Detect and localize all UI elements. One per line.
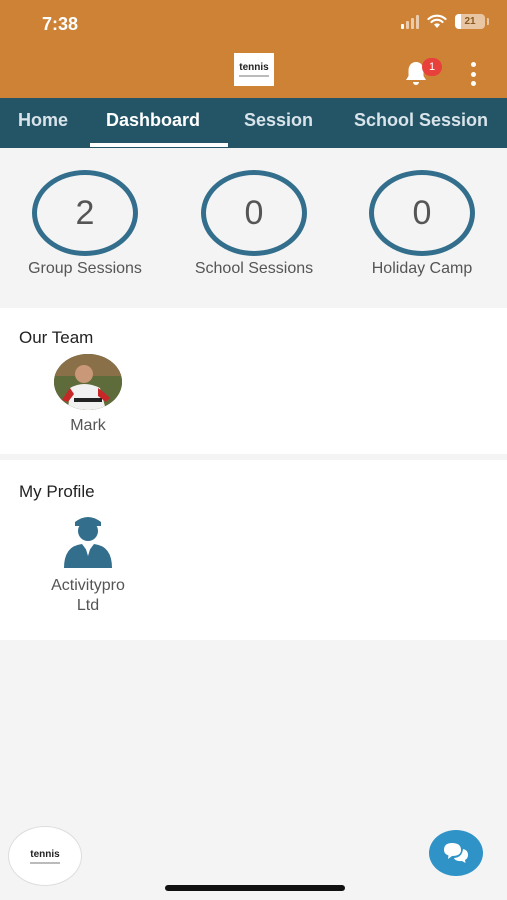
tab-school-session[interactable]: School Session bbox=[354, 98, 488, 148]
profile-entry[interactable]: Activitypro Ltd bbox=[28, 512, 148, 616]
home-indicator bbox=[165, 885, 345, 891]
tab-session[interactable]: Session bbox=[244, 98, 313, 148]
stats-section: 2 Group Sessions 0 School Sessions 0 Hol… bbox=[0, 148, 507, 306]
user-avatar-icon bbox=[64, 517, 112, 568]
wifi-icon bbox=[427, 14, 447, 28]
notification-badge: 1 bbox=[422, 58, 442, 76]
team-member-mark[interactable]: Mark bbox=[28, 354, 148, 436]
footer-logo-button[interactable]: tennis bbox=[8, 826, 82, 886]
tab-home[interactable]: Home bbox=[18, 98, 68, 148]
my-profile-title: My Profile bbox=[19, 482, 95, 501]
team-member-name: Mark bbox=[70, 417, 106, 434]
status-icons: 21 bbox=[401, 14, 489, 29]
my-profile-card: My Profile Activitypro Ltd bbox=[0, 460, 507, 640]
kebab-menu-icon[interactable] bbox=[466, 62, 480, 86]
logo-text: tennis bbox=[239, 62, 269, 73]
stat-label: Group Sessions bbox=[28, 260, 142, 277]
chat-bubbles-icon bbox=[444, 843, 468, 863]
app-header: 7:38 21 tennis 1 bbox=[0, 0, 507, 98]
our-team-title: Our Team bbox=[19, 328, 94, 347]
battery-percent: 21 bbox=[464, 16, 476, 27]
tab-bar: Home Dashboard Session School Session bbox=[0, 98, 507, 148]
profile-name-line2: Ltd bbox=[76, 597, 100, 614]
stat-label: Holiday Camp bbox=[371, 260, 473, 277]
chat-button[interactable] bbox=[429, 830, 483, 876]
app-logo[interactable]: tennis bbox=[234, 53, 274, 86]
avatar bbox=[54, 354, 122, 410]
footer-logo-underline bbox=[30, 861, 60, 864]
logo-underline bbox=[239, 75, 269, 77]
stat-ring: 0 bbox=[201, 170, 307, 256]
stat-ring: 0 bbox=[369, 170, 475, 256]
battery-level bbox=[455, 14, 462, 29]
footer-logo-text: tennis bbox=[30, 848, 60, 860]
tab-dashboard[interactable]: Dashboard bbox=[106, 98, 200, 148]
stat-school-sessions[interactable]: 0 School Sessions bbox=[174, 170, 334, 278]
stat-label: School Sessions bbox=[194, 260, 314, 277]
stat-holiday-camp[interactable]: 0 Holiday Camp bbox=[342, 170, 502, 278]
profile-name-line1: Activitypro bbox=[51, 577, 125, 594]
stat-group-sessions[interactable]: 2 Group Sessions bbox=[5, 170, 165, 278]
active-tab-indicator bbox=[90, 143, 228, 147]
status-time: 7:38 bbox=[42, 14, 79, 34]
cellular-signal-icon bbox=[401, 14, 419, 29]
avatar-photo-image bbox=[54, 354, 122, 410]
battery-icon: 21 bbox=[455, 14, 489, 29]
profile-name: Activitypro Ltd bbox=[28, 576, 148, 616]
our-team-card: Our Team Mark bbox=[0, 308, 507, 454]
stat-ring: 2 bbox=[32, 170, 138, 256]
